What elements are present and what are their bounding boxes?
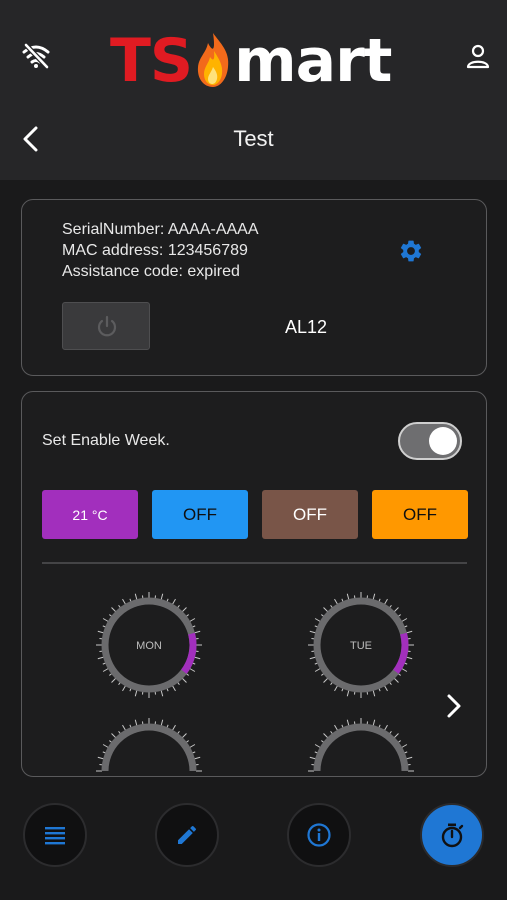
day-label-tue: TUE (350, 640, 372, 652)
serial-number-text: SerialNumber: AAAA-AAAA (62, 221, 259, 238)
toggle-knob (429, 427, 457, 455)
enable-week-label: Set Enable Week. (42, 432, 170, 449)
wifi-off-icon[interactable] (20, 40, 52, 72)
info-icon (307, 823, 331, 847)
day-dial-thu[interactable] (300, 710, 422, 776)
weekly-program-card: Set Enable Week. 21 °C OFF OFF OFF MON T… (21, 391, 487, 777)
nav-edit-button[interactable] (155, 803, 219, 867)
mac-address-text: MAC address: 123456789 (62, 242, 248, 259)
dial-ring (313, 723, 409, 772)
enable-week-toggle[interactable] (398, 422, 462, 460)
device-info-card: SerialNumber: AAAA-AAAA MAC address: 123… (21, 199, 487, 376)
power-button[interactable] (62, 302, 150, 350)
nav-list-button[interactable] (23, 803, 87, 867)
nav-info-button[interactable] (287, 803, 351, 867)
dial-ring (101, 723, 197, 772)
day-dial-mon[interactable]: MON (88, 584, 210, 706)
divider (42, 562, 467, 564)
flame-icon (198, 33, 229, 87)
pencil-icon (178, 825, 197, 844)
power-icon (97, 315, 117, 337)
mode-off-orange-button[interactable]: OFF (372, 490, 468, 539)
brand-logo: TS mart (110, 26, 392, 96)
page-title: Test (233, 126, 274, 151)
mode-comfort-button[interactable]: 21 °C (42, 490, 138, 539)
assistance-code-text: Assistance code: expired (62, 263, 240, 280)
day-dial-wed[interactable] (88, 710, 210, 776)
device-name: AL12 (285, 317, 328, 337)
mode-off-brown-button[interactable]: OFF (262, 490, 358, 539)
day-label-mon: MON (136, 640, 162, 652)
chevron-right-icon[interactable] (442, 692, 466, 720)
day-dial-tue[interactable]: TUE (300, 584, 422, 706)
stopwatch-icon (441, 823, 464, 848)
user-icon[interactable] (464, 42, 492, 70)
list-icon (45, 827, 65, 845)
nav-timer-button[interactable] (420, 803, 484, 867)
mode-off-blue-button[interactable]: OFF (152, 490, 248, 539)
app-header: TS mart Test (0, 0, 507, 180)
gear-icon[interactable] (398, 238, 424, 264)
